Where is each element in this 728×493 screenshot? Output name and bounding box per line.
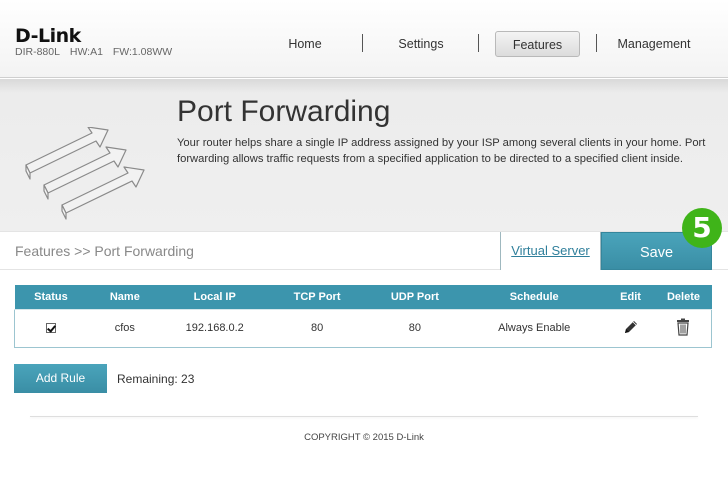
delete-cell bbox=[655, 308, 712, 347]
column-header-delete: Delete bbox=[655, 285, 712, 309]
footer-divider bbox=[30, 416, 698, 417]
nav-divider bbox=[362, 34, 363, 52]
nav-home[interactable]: Home bbox=[265, 31, 345, 57]
edit-cell bbox=[605, 308, 656, 347]
nav-divider bbox=[478, 34, 479, 52]
nav-settings[interactable]: Settings bbox=[381, 31, 461, 57]
nav-divider bbox=[596, 34, 597, 52]
local-ip: 192.168.0.2 bbox=[162, 308, 268, 347]
breadcrumb: Features >> Port Forwarding bbox=[15, 243, 194, 259]
table-header-row: Status Name Local IP TCP Port UDP Port S… bbox=[14, 285, 712, 309]
fw-version: FW:1.08WW bbox=[112, 46, 173, 58]
page-banner: Port Forwarding Your router helps share … bbox=[0, 79, 728, 231]
dlink-logo: D-Link bbox=[15, 25, 81, 47]
step-number-badge: 5 bbox=[682, 208, 722, 248]
table-row: cfos 192.168.0.2 80 80 Always Enable bbox=[14, 308, 712, 347]
breadcrumb-bar: Features >> Port Forwarding Virtual Serv… bbox=[0, 231, 728, 270]
add-rule-button[interactable]: Add Rule bbox=[14, 364, 107, 393]
tcp-port: 80 bbox=[267, 308, 367, 347]
column-header-status: Status bbox=[14, 285, 88, 309]
page-description: Your router helps share a single IP addr… bbox=[177, 137, 706, 165]
nav-management[interactable]: Management bbox=[612, 31, 696, 57]
top-header: D-Link DIR-880L HW:A1 FW:1.08WW Home Set… bbox=[0, 0, 728, 78]
column-header-edit: Edit bbox=[605, 285, 656, 309]
device-info: DIR-880L HW:A1 FW:1.08WW bbox=[15, 46, 179, 58]
column-header-schedule: Schedule bbox=[462, 285, 606, 309]
column-header-local-ip: Local IP bbox=[162, 285, 268, 309]
udp-port: 80 bbox=[366, 308, 463, 347]
status-cell bbox=[14, 308, 88, 347]
trash-icon[interactable] bbox=[676, 318, 690, 339]
column-header-udp-port: UDP Port bbox=[366, 285, 463, 309]
schedule: Always Enable bbox=[462, 308, 606, 347]
rule-name: cfos bbox=[87, 308, 163, 347]
model-name: DIR-880L bbox=[15, 46, 60, 58]
remaining-count: Remaining: 23 bbox=[117, 372, 195, 386]
copyright-text: COPYRIGHT © 2015 D-Link bbox=[304, 432, 424, 443]
hw-version: HW:A1 bbox=[69, 46, 103, 58]
page-title: Port Forwarding bbox=[177, 95, 391, 128]
port-forwarding-table: Status Name Local IP TCP Port UDP Port S… bbox=[14, 285, 712, 348]
virtual-server-link[interactable]: Virtual Server bbox=[500, 232, 601, 270]
column-header-tcp-port: TCP Port bbox=[267, 285, 367, 309]
nav-features[interactable]: Features bbox=[495, 31, 580, 57]
port-forwarding-arrows-icon bbox=[25, 127, 145, 220]
status-checkbox[interactable] bbox=[46, 323, 57, 334]
pencil-icon[interactable] bbox=[623, 319, 639, 338]
column-header-name: Name bbox=[87, 285, 163, 309]
